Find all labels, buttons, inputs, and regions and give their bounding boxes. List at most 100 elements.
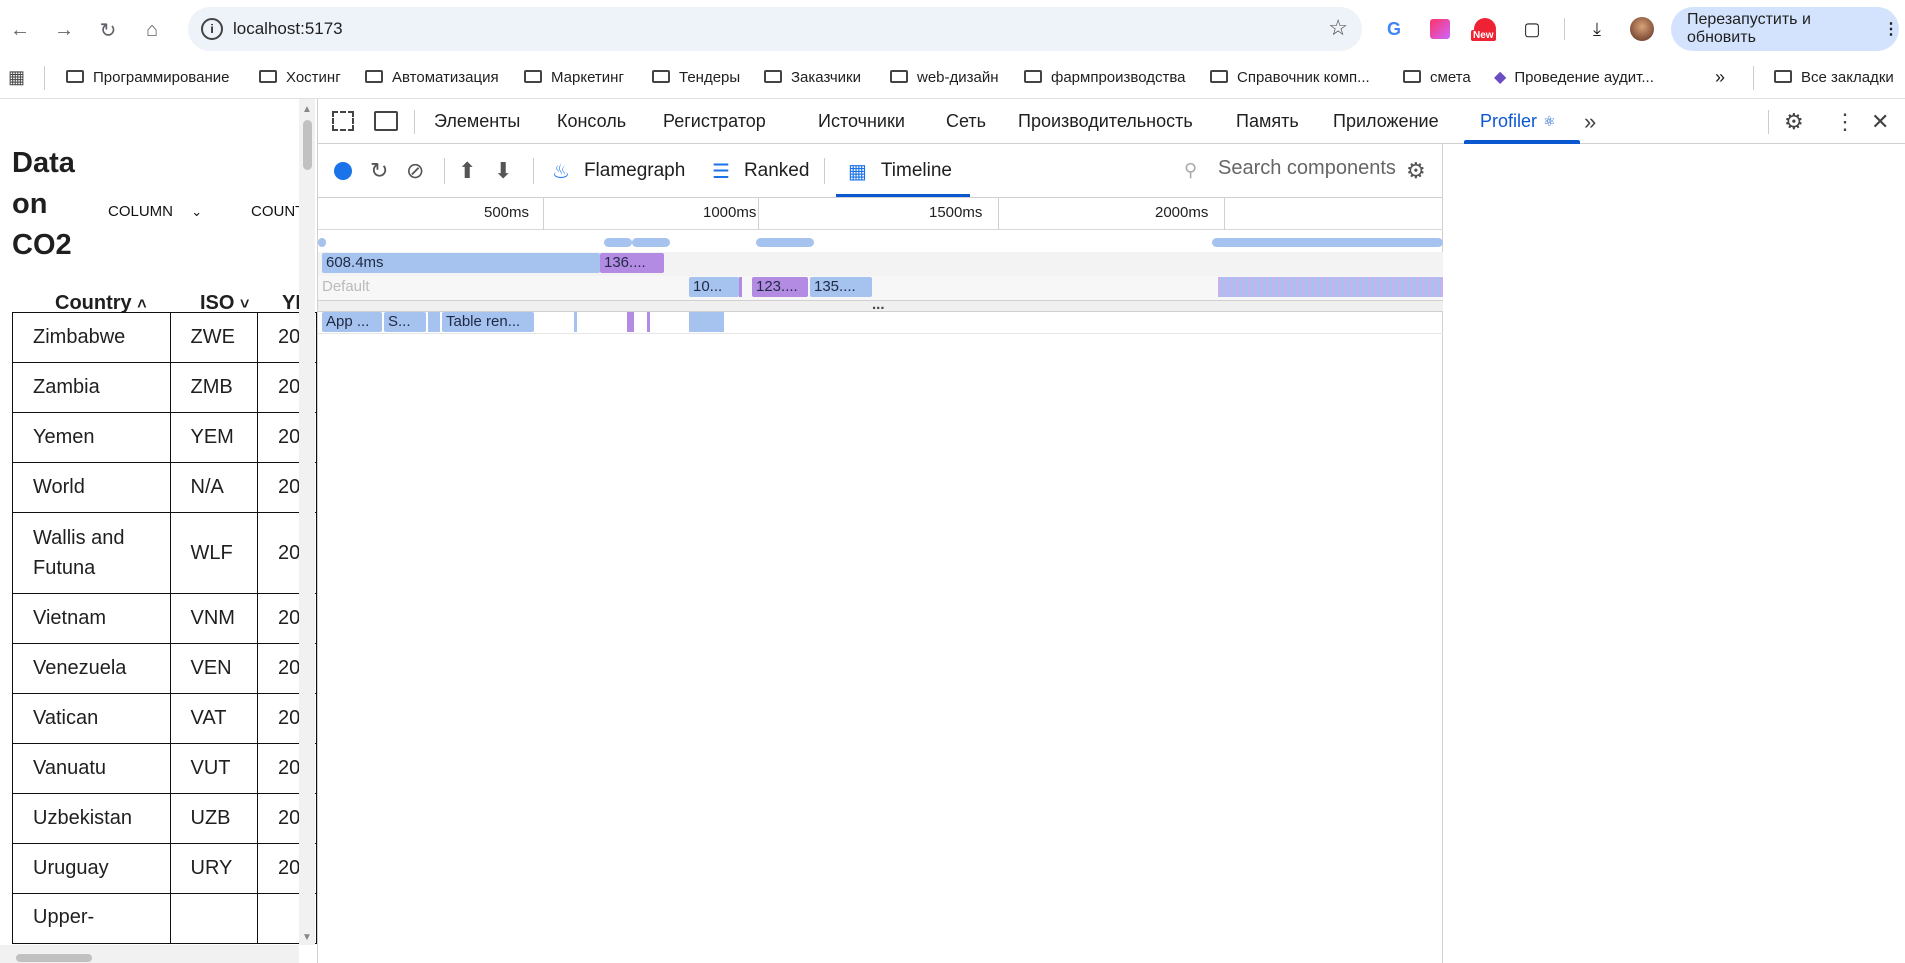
component-bar[interactable]: App ... [322, 312, 382, 332]
bookmark-folder[interactable]: смета [1403, 64, 1471, 90]
commit-marker[interactable] [604, 238, 632, 247]
tab-profiler[interactable]: Profiler ⚛ [1480, 99, 1556, 144]
component-bar[interactable] [428, 312, 440, 332]
component-bar[interactable] [574, 312, 577, 332]
table-row: Uruguay URY 20 [12, 843, 317, 894]
component-bar[interactable]: Table ren... [442, 312, 534, 332]
commit-marker[interactable] [632, 238, 670, 247]
horizontal-scroll-thumb[interactable] [16, 954, 92, 962]
tab-console[interactable]: Консоль [557, 99, 626, 144]
translate-extension-icon[interactable]: G [1379, 14, 1409, 44]
column-select[interactable]: COLUMN ⌄ [108, 203, 202, 220]
page-title-line: on [12, 188, 48, 220]
bookmark-folder[interactable]: web-дизайн [890, 64, 999, 90]
tick-label: 2000ms [1155, 204, 1209, 221]
component-bar[interactable] [627, 312, 634, 332]
relaunch-update-button[interactable]: Перезапустить и обновить ⋮ [1671, 7, 1899, 51]
folder-icon [1024, 69, 1042, 83]
apps-grid-icon[interactable]: ▦ [8, 67, 25, 88]
toolbar-divider [824, 158, 825, 184]
bookmark-folder[interactable]: Заказчики [764, 64, 861, 90]
site-info-icon[interactable]: i [201, 18, 223, 40]
component-bar[interactable] [647, 312, 650, 332]
reload-profile-icon[interactable]: ↻ [370, 144, 388, 198]
new-extension-icon[interactable]: New [1470, 14, 1500, 44]
clear-icon[interactable]: ⊘ [406, 144, 424, 198]
download-icon[interactable]: ⬇ [494, 144, 512, 198]
inspect-element-icon[interactable] [332, 111, 354, 131]
ranked-label: Ranked [743, 160, 810, 181]
device-toggle-icon[interactable] [374, 111, 398, 131]
gradient-extension-icon[interactable] [1425, 14, 1455, 44]
diamond-icon: ◆ [1494, 69, 1507, 86]
bookmark-folder[interactable]: Маркетинг [524, 64, 624, 90]
settings-gear-icon[interactable]: ⚙ [1784, 99, 1804, 144]
tab-recorder[interactable]: Регистратор [663, 99, 766, 144]
ranked-tab[interactable]: ☰ Ranked [712, 144, 809, 198]
back-arrow-icon[interactable]: ← [4, 14, 36, 46]
resize-ellipsis[interactable]: ... [872, 296, 885, 313]
search-icon: ⚲ [1184, 160, 1198, 180]
render-bar[interactable]: 608.4ms [322, 253, 600, 273]
tab-network[interactable]: Сеть [946, 99, 986, 144]
render-bar[interactable]: 10... [689, 277, 739, 297]
extensions-puzzle-icon[interactable]: ▢ [1517, 14, 1547, 44]
bookmark-star-icon[interactable]: ☆ [1328, 15, 1348, 41]
render-bar[interactable]: 136.... [600, 253, 664, 273]
record-icon[interactable] [334, 162, 352, 180]
vertical-scroll-thumb[interactable] [303, 120, 312, 170]
bookmark-label: Программирование [93, 68, 230, 86]
timeline-tab[interactable]: ▦ Timeline [848, 144, 952, 198]
component-bar[interactable]: S... [384, 312, 426, 332]
all-bookmarks-folder[interactable]: Все закладки [1774, 64, 1894, 90]
component-bar[interactable] [689, 312, 724, 332]
flamegraph-tab[interactable]: ♨ Flamegraph [552, 144, 685, 198]
country-cell: Yemen [12, 412, 171, 463]
country-cell: Uzbekistan [12, 793, 171, 844]
tab-elements[interactable]: Элементы [434, 99, 520, 144]
bookmarks-overflow-button[interactable]: » [1715, 64, 1725, 90]
close-icon[interactable]: ✕ [1871, 99, 1889, 144]
scroll-down-arrow-icon[interactable]: ▼ [302, 932, 312, 943]
more-vert-icon[interactable]: ⋮ [1834, 99, 1856, 144]
forward-arrow-icon[interactable]: → [48, 14, 80, 46]
address-bar[interactable]: i localhost:5173 ☆ [188, 7, 1362, 51]
tab-memory[interactable]: Память [1236, 99, 1299, 144]
bookmark-folder[interactable]: Тендеры [652, 64, 740, 90]
bookmarks-divider [1753, 66, 1754, 90]
bookmark-folder[interactable]: Автоматизация [365, 64, 499, 90]
avatar[interactable] [1627, 14, 1657, 44]
frame-stripes[interactable] [1218, 277, 1443, 297]
folder-icon [259, 69, 277, 83]
home-icon[interactable]: ⌂ [136, 14, 168, 46]
render-bar[interactable]: 135.... [810, 277, 872, 297]
bookmark-folder[interactable]: Справочник комп... [1210, 64, 1370, 90]
tab-application[interactable]: Приложение [1333, 99, 1439, 144]
scroll-up-arrow-icon[interactable]: ▲ [302, 104, 312, 115]
folder-icon [1774, 69, 1792, 83]
bookmark-folder[interactable]: Хостинг [259, 64, 341, 90]
commit-marker[interactable] [1212, 238, 1443, 247]
count-select[interactable]: COUNT [251, 203, 304, 220]
calendar-icon: ▦ [848, 160, 867, 183]
upload-icon[interactable]: ⬆ [458, 144, 476, 198]
iso-cell: YEM [169, 412, 259, 463]
bookmark-folder[interactable]: Программирование [66, 64, 229, 90]
render-bar[interactable]: 123.... [752, 277, 808, 297]
bookmark-link[interactable]: ◆ Проведение аудит... [1494, 64, 1654, 90]
tab-performance[interactable]: Производительность [1018, 99, 1193, 144]
commit-marker[interactable] [318, 238, 326, 247]
url-text[interactable]: localhost:5173 [233, 19, 343, 39]
reload-icon[interactable]: ↻ [92, 14, 124, 46]
more-tabs-chevron-icon[interactable]: » [1584, 99, 1596, 144]
download-icon[interactable]: ⤓ [1582, 14, 1612, 44]
track-divider [318, 333, 1443, 334]
search-components-input[interactable]: Search components [1218, 157, 1396, 180]
vertical-scrollbar[interactable] [299, 99, 315, 945]
commit-marker[interactable] [756, 238, 814, 247]
render-bar[interactable] [739, 277, 742, 297]
bookmark-label: фармпроизводства [1051, 68, 1186, 86]
profiler-settings-gear-icon[interactable]: ⚙ [1406, 144, 1426, 198]
bookmark-folder[interactable]: фармпроизводства [1024, 64, 1185, 90]
tab-sources[interactable]: Источники [818, 99, 905, 144]
